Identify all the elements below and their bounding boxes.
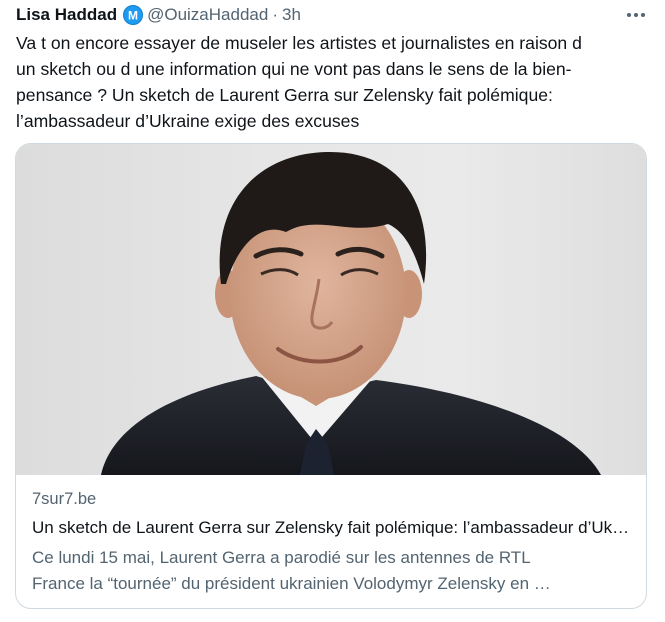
author-name[interactable]: Lisa Haddad (16, 5, 117, 25)
card-description: Ce lundi 15 mai, Laurent Gerra a parodié… (32, 548, 551, 593)
card-domain[interactable]: 7sur7.be (32, 487, 630, 511)
portrait-illustration (101, 151, 601, 475)
more-horizontal-icon[interactable] (623, 4, 649, 26)
card-image[interactable] (16, 144, 646, 475)
card-title[interactable]: Un sketch de Laurent Gerra sur Zelensky … (32, 516, 630, 540)
tweet-text: Va t on encore essayer de museler les ar… (16, 33, 582, 131)
link-preview-card[interactable]: 7sur7.be Un sketch de Laurent Gerra sur … (15, 143, 647, 609)
header-separator: · (272, 5, 278, 24)
card-meta: 7sur7.be Un sketch de Laurent Gerra sur … (32, 487, 630, 597)
badge-letter: M (128, 9, 138, 23)
tweet-timestamp[interactable]: 3h (282, 5, 301, 25)
verified-badge-icon[interactable]: M (123, 5, 144, 25)
author-handle[interactable]: @OuizaHaddad (147, 5, 268, 25)
tweet-header: Lisa Haddad M @OuizaHaddad · 3h (16, 2, 649, 28)
